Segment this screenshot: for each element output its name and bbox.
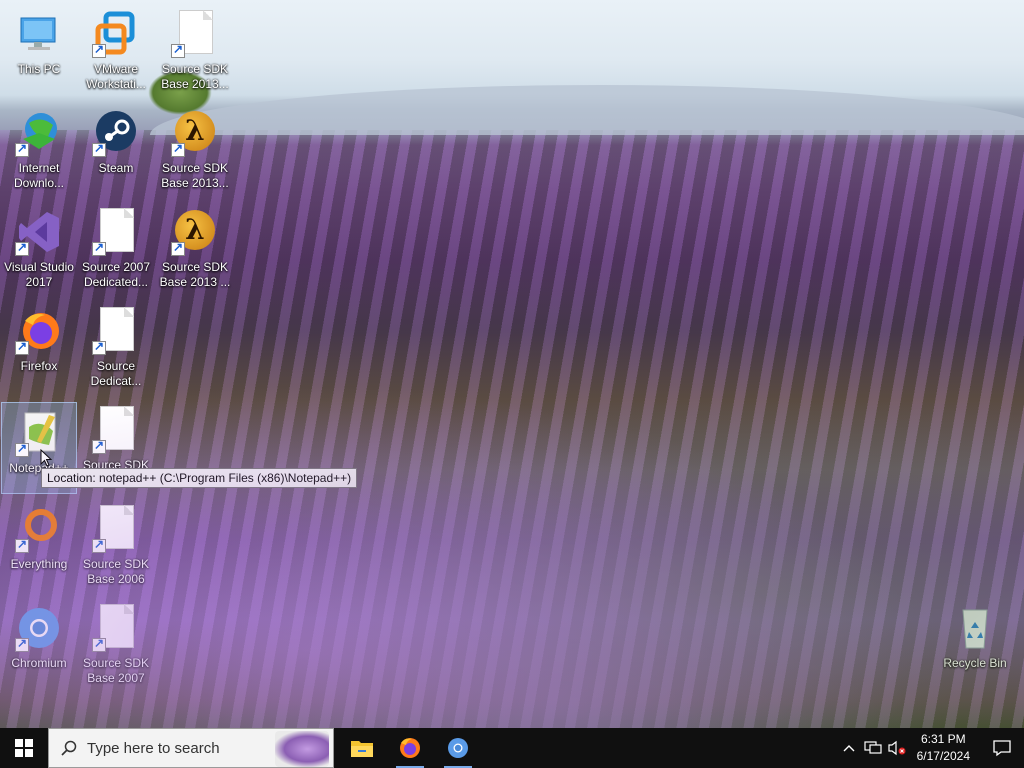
- desktop-icon-source-2007-dedicated[interactable]: Source 2007 Dedicated...: [78, 202, 154, 294]
- shortcut-arrow-icon: [15, 141, 29, 157]
- taskbar-firefox[interactable]: [386, 728, 434, 768]
- shortcut-arrow-icon: [171, 42, 185, 58]
- icon-label: Everything: [10, 557, 68, 571]
- desktop-icon-firefox[interactable]: Firefox: [1, 301, 77, 393]
- shortcut-arrow-icon: [92, 240, 106, 256]
- half-life-lambda-icon: λ: [171, 208, 219, 256]
- desktop-icon-vmware[interactable]: VMware Workstati...: [78, 4, 154, 96]
- icon-label: Visual Studio 2017: [4, 260, 74, 289]
- desktop-icon-steam[interactable]: Steam: [78, 103, 154, 195]
- visual-studio-icon: [15, 208, 63, 256]
- shortcut-arrow-icon: [171, 141, 185, 157]
- blank-file-icon: [92, 505, 140, 553]
- desktop-icon-source-sdk-base-2013-a[interactable]: Source SDK Base 2013...: [157, 4, 233, 96]
- taskbar-search-box[interactable]: Type here to search: [48, 728, 334, 768]
- notepad-plus-plus-icon: [15, 409, 63, 457]
- desktop-icon-recycle-bin[interactable]: Recycle Bin: [937, 598, 1013, 690]
- shortcut-arrow-icon: [15, 636, 29, 652]
- icon-label: Source SDK Base 2013...: [161, 161, 229, 190]
- network-icon[interactable]: [861, 728, 885, 768]
- desktop-icon-source-dedicated[interactable]: Source Dedicat...: [78, 301, 154, 393]
- desktop-icon-chromium[interactable]: Chromium: [1, 598, 77, 690]
- icon-label: Chromium: [11, 656, 67, 670]
- blank-file-icon: [171, 10, 219, 58]
- desktop-icon-source-sdk-base-2013-b[interactable]: λ Source SDK Base 2013...: [157, 103, 233, 195]
- shortcut-arrow-icon: [92, 537, 106, 553]
- desktop-icon-this-pc[interactable]: This PC: [1, 4, 77, 96]
- chromium-icon: [448, 738, 468, 758]
- search-highlight-image: [275, 731, 329, 767]
- taskbar: Type here to search 6:31 PM 6/17/2024: [0, 728, 1024, 768]
- globe-download-icon: [15, 109, 63, 157]
- icon-label: Source 2007 Dedicated...: [81, 260, 151, 289]
- shortcut-arrow-icon: [171, 240, 185, 256]
- blank-file-icon: [92, 208, 140, 256]
- desktop-icon-source-sdk-base-2013-c[interactable]: λ Source SDK Base 2013 ...: [157, 202, 233, 294]
- icon-label: Internet Downlo...: [13, 161, 65, 190]
- icon-label: Source SDK: [82, 458, 150, 472]
- desktop-icon-source-sdk[interactable]: Source SDK: [78, 400, 154, 492]
- everything-search-icon: [15, 505, 63, 553]
- notification-icon: [993, 740, 1011, 757]
- shortcut-arrow-icon: [15, 339, 29, 355]
- desktop-icon-visual-studio[interactable]: Visual Studio 2017: [1, 202, 77, 294]
- system-clock[interactable]: 6:31 PM 6/17/2024: [917, 731, 970, 765]
- desktop-icon-notepad-plus-plus[interactable]: Notepad++: [1, 402, 77, 494]
- shortcut-arrow-icon: [92, 438, 106, 454]
- desktop-wallpaper: This PC Internet Downlo... Visual Studio…: [0, 0, 1024, 728]
- icon-label: Source SDK Base 2007: [82, 656, 150, 685]
- icon-label: Source SDK Base 2006: [82, 557, 150, 586]
- clock-time: 6:31 PM: [920, 732, 966, 746]
- firefox-icon: [400, 738, 420, 758]
- icon-label: Source SDK Base 2013 ...: [159, 260, 231, 289]
- location-tooltip: Location: notepad++ (C:\Program Files (x…: [41, 468, 358, 488]
- icon-label: VMware Workstati...: [86, 62, 146, 91]
- mouse-cursor-icon: [40, 449, 52, 467]
- search-placeholder: Type here to search: [87, 739, 220, 757]
- icon-label: Recycle Bin: [943, 656, 1007, 670]
- desktop-icon-source-sdk-base-2006[interactable]: Source SDK Base 2006: [78, 499, 154, 591]
- half-life-lambda-icon: λ: [171, 109, 219, 157]
- desktop-icon-source-sdk-base-2007[interactable]: Source SDK Base 2007: [78, 598, 154, 690]
- shortcut-arrow-icon: [15, 441, 29, 457]
- action-center-button[interactable]: [980, 728, 1024, 768]
- chevron-up-icon[interactable]: [837, 728, 861, 768]
- desktop-icon-internet-download-manager[interactable]: Internet Downlo...: [1, 103, 77, 195]
- clock-date: 6/17/2024: [916, 749, 970, 763]
- shortcut-arrow-icon: [92, 339, 106, 355]
- desktop-icon-everything[interactable]: Everything: [1, 499, 77, 591]
- icon-label: Source Dedicat...: [90, 359, 142, 388]
- blank-file-icon: [92, 307, 140, 355]
- distant-hills: [150, 85, 1024, 135]
- icon-label: Firefox: [20, 359, 58, 373]
- blank-file-icon: [92, 406, 140, 454]
- taskbar-file-explorer[interactable]: [338, 728, 386, 768]
- search-icon: [61, 740, 77, 756]
- computer-icon: [15, 10, 63, 58]
- shortcut-arrow-icon: [92, 42, 106, 58]
- folder-icon: [351, 741, 373, 757]
- blank-file-icon: [92, 604, 140, 652]
- chromium-icon: [15, 604, 63, 652]
- system-tray: 6:31 PM 6/17/2024: [837, 728, 1024, 768]
- icon-label: Source SDK Base 2013...: [161, 62, 229, 91]
- recycle-bin-icon: [951, 604, 999, 652]
- icon-label: Steam: [98, 161, 134, 175]
- taskbar-chromium[interactable]: [434, 728, 482, 768]
- windows-logo-icon: [15, 739, 33, 757]
- volume-muted-icon[interactable]: [885, 728, 909, 768]
- firefox-icon: [15, 307, 63, 355]
- vmware-icon: [92, 10, 140, 58]
- icon-label: Notepad++: [9, 461, 69, 475]
- shortcut-arrow-icon: [92, 141, 106, 157]
- shortcut-arrow-icon: [15, 240, 29, 256]
- steam-icon: [92, 109, 140, 157]
- shortcut-arrow-icon: [15, 537, 29, 553]
- shortcut-arrow-icon: [92, 636, 106, 652]
- start-button[interactable]: [0, 728, 48, 768]
- icon-label: This PC: [17, 62, 61, 76]
